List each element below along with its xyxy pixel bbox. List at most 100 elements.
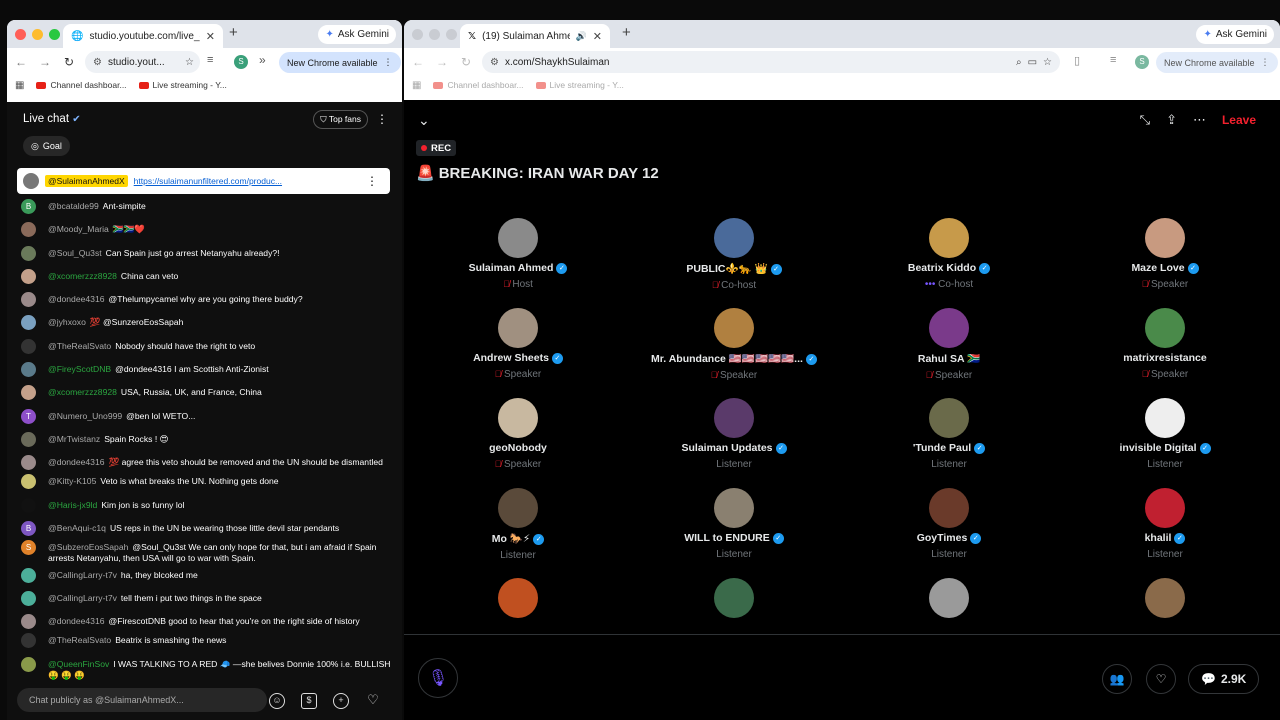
tab-youtube-studio[interactable]: 🌐 studio.youtube.com/live_cha ✕	[63, 24, 223, 48]
message-author[interactable]: @bcatalde99	[48, 201, 99, 211]
participant[interactable]: Andrew Sheets ✓ 🎙̸ Speaker	[418, 308, 618, 380]
chat-message[interactable]: B @BenAqui-c1q US reps in the UN be wearin…	[21, 520, 391, 536]
maximize-window-button[interactable]	[446, 28, 457, 40]
message-author[interactable]: @Moody_Maria	[48, 224, 109, 234]
participant[interactable]	[634, 578, 834, 622]
react-button[interactable]: ♡	[1146, 664, 1176, 694]
avatar[interactable]	[21, 292, 36, 308]
avatar[interactable]	[1145, 488, 1185, 528]
chat-message[interactable]: @MrTwistanz Spain Rocks ! 😍	[21, 431, 391, 447]
avatar[interactable]	[1145, 218, 1185, 258]
chat-message[interactable]: @dondee4316 @Thelumpycamel why are you go…	[21, 292, 391, 308]
avatar[interactable]	[21, 656, 36, 672]
message-author[interactable]: @TheRealSvato	[48, 341, 111, 351]
close-tab-icon[interactable]: ✕	[206, 30, 215, 43]
bookmark-live-streaming[interactable]: Live streaming - Y...	[138, 80, 227, 90]
participant[interactable]	[849, 578, 1049, 622]
message-author[interactable]: @CallingLarry-t7v	[48, 570, 117, 580]
comments-button[interactable]: 💬 2.9K	[1188, 664, 1260, 694]
bookmark-live-streaming[interactable]: Live streaming - Y...	[535, 80, 624, 90]
participant[interactable]: GoyTimes ✓ Listener	[849, 488, 1049, 560]
participant[interactable]: Rahul SA 🇿🇦 🎙̸ Speaker	[849, 308, 1049, 381]
bookmark-star-icon[interactable]: ☆	[185, 57, 194, 68]
participant[interactable]: invisible Digital ✓ Listener	[1065, 398, 1265, 470]
avatar[interactable]	[929, 308, 969, 348]
message-author[interactable]: @TheRealSvato	[48, 635, 111, 645]
new-tab-button[interactable]: +	[229, 24, 238, 41]
message-author[interactable]: @FireyScotDNB	[48, 364, 111, 374]
close-window-button[interactable]	[15, 28, 26, 40]
avatar[interactable]	[21, 431, 36, 447]
bookmark-channel-dashboard[interactable]: Channel dashboar...	[36, 80, 127, 90]
participant[interactable]: WILL to ENDURE ✓ Listener	[634, 488, 834, 560]
avatar[interactable]	[714, 218, 754, 258]
message-author[interactable]: @Kitty-K105	[48, 476, 96, 486]
avatar[interactable]	[21, 614, 36, 630]
chat-message[interactable]: @dondee4316 💯 agree this veto should be r…	[21, 455, 391, 471]
minimize-window-button[interactable]	[429, 28, 440, 40]
forward-icon[interactable]: →	[33, 55, 57, 69]
maximize-window-button[interactable]	[49, 28, 60, 40]
avatar[interactable]	[498, 218, 538, 258]
collapse-chevron-icon[interactable]: ⌄	[418, 112, 430, 129]
top-fans-dropdown[interactable]: ⛉ Top fans	[313, 109, 368, 129]
chat-message[interactable]: @CallingLarry-t7v ha, they blcoked me	[21, 567, 391, 583]
chat-message[interactable]: @CallingLarry-t7v tell them i put two thi…	[21, 591, 391, 607]
pinned-link[interactable]: https://sulaimanunfiltered.com/produc...	[134, 176, 282, 186]
avatar[interactable]	[498, 578, 538, 618]
pinned-message[interactable]: @SulaimanAhmedX https://sulaimanunfilter…	[17, 168, 390, 194]
back-icon[interactable]: ←	[406, 55, 430, 69]
participant[interactable]	[418, 578, 618, 622]
chat-message-list[interactable]: B @bcatalde99 Ant-simpite @Moody_Maria 🇿🇦🇿🇦❤…	[21, 199, 391, 687]
message-author[interactable]: @dondee4316	[48, 616, 105, 626]
chat-message[interactable]: @QueenFinSov I WAS TALKING TO A RED 🧢 —sh…	[21, 656, 391, 681]
message-author[interactable]: @dondee4316	[48, 457, 105, 467]
chat-message[interactable]: @Kitty-K105 Veto is what breaks the UN. N…	[21, 474, 391, 490]
more-icon[interactable]: ⋮	[384, 57, 393, 68]
people-button[interactable]: 👥	[1102, 664, 1132, 694]
avatar[interactable]	[1145, 578, 1185, 618]
avatar[interactable]	[498, 398, 538, 438]
message-author[interactable]: @CallingLarry-t7v	[48, 593, 117, 603]
tab-x-profile[interactable]: 𝕏 (19) Sulaiman Ahmed (@S 🔊 ✕	[460, 24, 610, 48]
zoom-icon[interactable]: ⌕	[1016, 57, 1022, 68]
avatar[interactable]	[21, 315, 36, 331]
pinned-menu-icon[interactable]: ⋮	[366, 174, 378, 188]
participant[interactable]: khalil ✓ Listener	[1065, 488, 1265, 560]
chat-message[interactable]: @jyhxoxo 💯 @SunzeroEosSapah	[21, 315, 391, 331]
bookmark-channel-dashboard[interactable]: Channel dashboar...	[433, 80, 524, 90]
avatar[interactable]	[714, 398, 754, 438]
message-author[interactable]: @BenAqui-c1q	[48, 523, 106, 533]
message-author[interactable]: @dondee4316	[48, 294, 105, 304]
avatar[interactable]	[1145, 398, 1185, 438]
avatar[interactable]	[929, 218, 969, 258]
participant[interactable]: Maze Love ✓ 🎙̸ Speaker	[1065, 218, 1265, 290]
participant[interactable]	[1065, 578, 1265, 622]
participant[interactable]: geoNobody 🎙̸ Speaker	[418, 398, 618, 470]
cast-icon[interactable]: ▭	[1028, 57, 1037, 68]
apps-grid-icon[interactable]: ▦	[412, 80, 421, 91]
chat-message[interactable]: B @bcatalde99 Ant-simpite	[21, 199, 391, 214]
profile-avatar[interactable]: S	[234, 55, 248, 69]
chat-message[interactable]: S @SubzeroEosSapah @Soul_Qu3st We can only…	[21, 539, 391, 564]
message-author[interactable]: @Haris-jx9ld	[48, 500, 97, 510]
microphone-button[interactable]: 🎙	[418, 658, 458, 698]
chat-message[interactable]: @TheRealSvato Nobody should have the righ…	[21, 338, 391, 354]
close-window-button[interactable]	[412, 28, 423, 40]
avatar[interactable]	[714, 488, 754, 528]
avatar[interactable]	[21, 455, 36, 471]
address-bar[interactable]: ⚙ studio.yout... ☆	[85, 51, 200, 73]
message-author[interactable]: @QueenFinSov	[48, 659, 109, 669]
avatar[interactable]	[21, 633, 36, 649]
chat-message[interactable]: @TheRealSvato Beatrix is smashing the new…	[21, 633, 391, 649]
message-author[interactable]: @Numero_Uno999	[48, 411, 122, 421]
share-icon[interactable]: ⇪	[1166, 112, 1177, 128]
avatar[interactable]	[21, 385, 36, 401]
avatar[interactable]	[714, 578, 754, 618]
chat-message[interactable]: @Soul_Qu3st Can Spain just go arrest Neta…	[21, 245, 391, 261]
avatar[interactable]	[21, 268, 36, 284]
chat-message[interactable]: @Haris-jx9ld Kim jon is so funny lol	[21, 497, 391, 513]
participant[interactable]: Sulaiman Updates ✓ Listener	[634, 398, 834, 470]
participant[interactable]: 'Tunde Paul ✓ Listener	[849, 398, 1049, 470]
avatar[interactable]	[21, 338, 36, 354]
